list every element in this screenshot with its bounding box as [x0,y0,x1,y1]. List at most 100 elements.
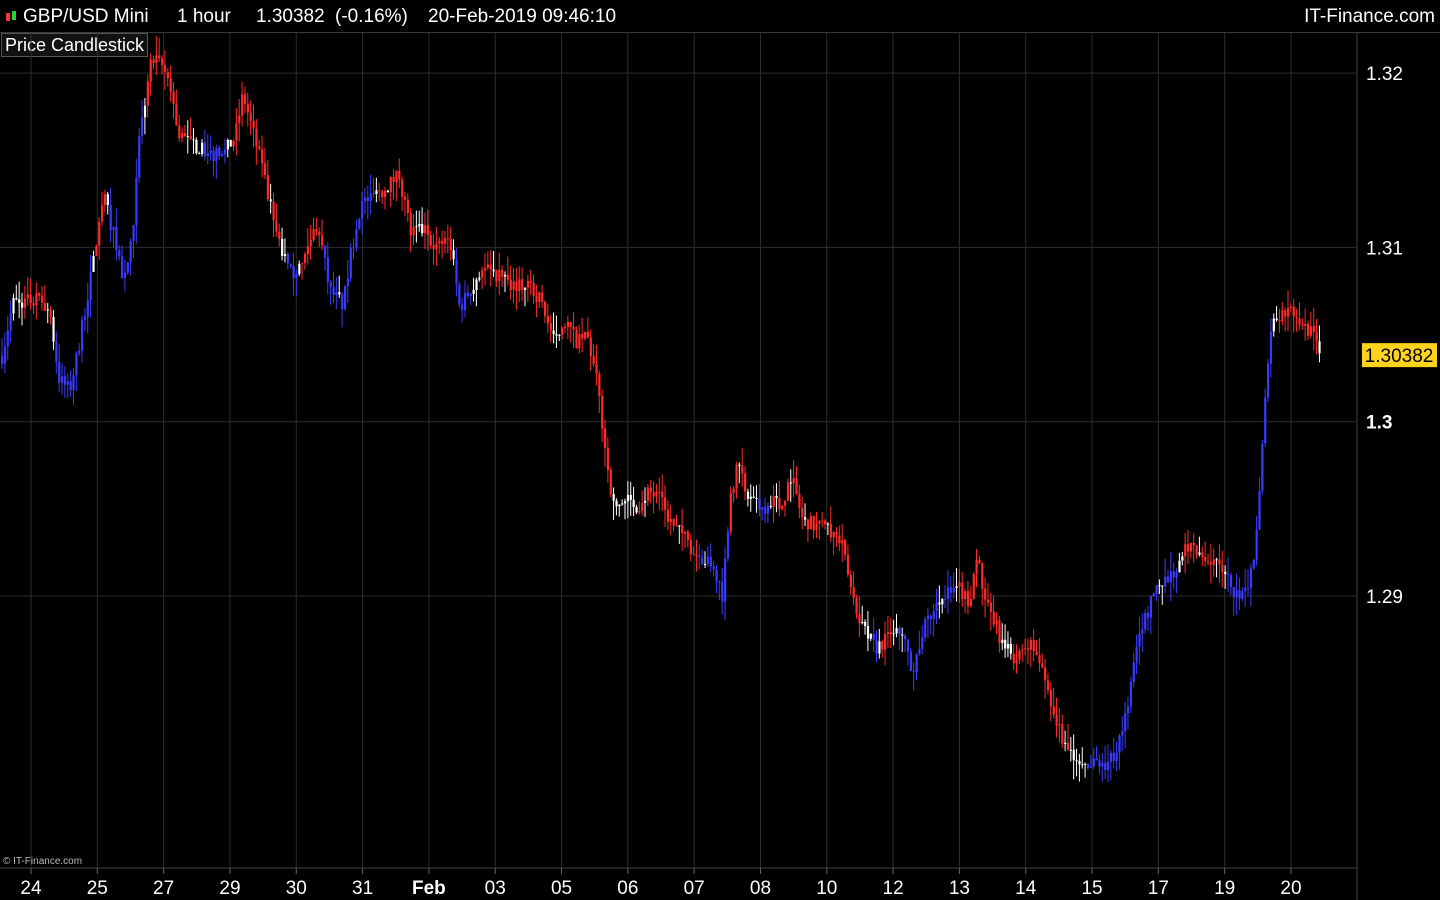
candle-body [112,226,115,231]
x-tick-label: 10 [816,878,837,899]
candle-body [1078,761,1081,765]
candle-body [86,300,89,317]
candle-body [1204,557,1207,562]
candle-body [1209,562,1213,565]
candle-body [98,221,101,246]
candle-body [252,120,255,129]
candle-body [332,287,335,295]
candle-body [429,234,432,246]
candle-body [306,246,309,255]
candle-body [1249,568,1253,589]
candle-body [1104,762,1107,770]
candle-body [1024,648,1027,650]
candle-body [32,303,35,306]
candle-body [61,376,64,383]
candle-body [918,649,921,654]
candle-body [1106,762,1110,770]
candle-body [606,447,610,471]
candle-body [352,247,355,249]
candle-body [323,245,327,258]
candle-body [1066,742,1070,750]
candle-body [1295,316,1298,319]
candle-body [1021,649,1024,651]
candle-body [718,581,721,583]
candle-body [321,235,324,246]
candle-body [575,329,578,349]
candle-body [315,229,318,232]
candle-body [724,558,727,602]
candle-body [809,516,812,530]
candle-body [1269,331,1273,364]
candle-body [52,316,55,342]
candle-body [12,298,15,314]
candle-body [395,170,398,183]
candle-body [161,58,164,66]
candle-body [472,290,475,294]
x-tick-label: 31 [352,878,373,899]
candle-body [129,240,132,263]
x-tick-label: 08 [750,878,771,899]
candle-body [35,293,38,306]
candle-body [515,281,518,292]
candle-body [503,274,507,277]
candle-body [972,573,975,599]
candle-body [1018,650,1021,660]
candle-body [921,637,924,650]
candle-body [1301,324,1304,327]
candle-body [855,598,858,615]
candle-body [81,319,84,351]
candle-body [709,556,712,567]
candle-body [881,641,884,650]
candle-body [738,464,741,466]
candles [1,36,1321,783]
candle-body [283,254,287,256]
candle-body [1272,318,1275,332]
candle-body [75,353,78,376]
candle-body [143,105,147,118]
candle-body [15,298,18,300]
candle-body [512,281,515,290]
candle-body [1061,724,1064,744]
candle-body [672,518,675,526]
candle-body [1012,653,1015,664]
candle-body [326,257,329,282]
candle-body [495,271,498,281]
candle-body [483,267,487,271]
candle-body [41,295,44,303]
candle-body [461,304,464,310]
candle-body [1238,590,1241,599]
candle-body [944,598,947,600]
candle-body [392,177,395,183]
y-tick-label: 1.29 [1366,587,1403,608]
x-axis: 24 25 27 29 30 31 Feb 03 05 06 07 08 10 12 13 14 15 17 19 2… [20,878,1301,899]
candle-body [295,273,298,279]
candle-body [1261,443,1264,492]
candle-body [3,346,7,364]
x-tick-label: Feb [412,878,446,899]
candle-body [784,500,787,506]
candle-body [463,292,467,310]
candle-body [298,263,301,274]
candle-body [772,496,775,508]
candle-body [669,518,672,522]
candle-body [572,326,575,330]
candle-body [501,269,504,277]
candle-body [846,555,850,575]
candle-body [1035,651,1038,656]
candle-body [844,539,847,556]
candle-body [578,334,581,349]
candlestick-chart[interactable]: 1.32 1.31 1.3 1.29 24 25 27 29 30 31 Feb 03 05 06 07 0… [0,0,1440,900]
candle-body [1178,560,1181,573]
candle-body [538,292,541,303]
candle-body [418,223,421,227]
current-price-badge: 1.30382 [1362,343,1437,368]
candle-body [969,598,972,607]
candle-body [135,177,138,226]
candle-body [358,218,361,229]
candle-body [1287,308,1290,317]
candle-body [955,586,958,589]
candle-body [664,497,667,510]
candle-body [635,507,638,513]
candle-body [592,356,595,364]
candle-body [586,331,590,338]
